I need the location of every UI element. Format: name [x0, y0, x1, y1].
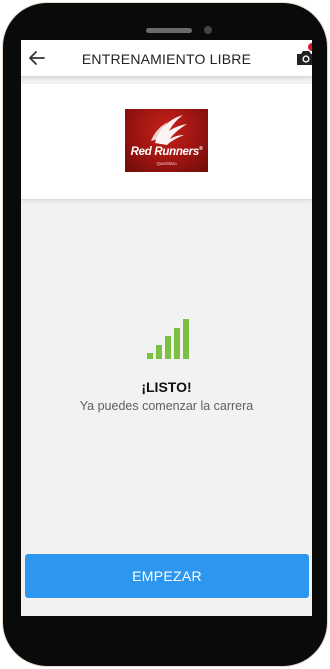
start-button[interactable]: EMPEZAR — [25, 554, 309, 598]
camera-icon — [297, 51, 312, 65]
ready-subtitle: Ya puedes comenzar la carrera — [79, 399, 254, 413]
red-runners-logo: Red Runners® Querétaro — [125, 109, 208, 172]
notification-badge — [308, 43, 312, 51]
ready-title: ¡LISTO! — [141, 379, 192, 395]
logo-panel: Red Runners® Querétaro — [21, 84, 312, 200]
logo-wing-emblem — [151, 115, 187, 145]
logo-brand-text: Red Runners® — [130, 146, 203, 158]
app-header: ENTRENAMIENTO LIBRE — [21, 40, 312, 77]
phone-bottom-bezel — [21, 616, 312, 652]
app-screen: ENTRENAMIENTO LIBRE Red Runners® Queréta… — [21, 40, 312, 616]
logo-tagline: Querétaro — [156, 161, 177, 166]
back-button[interactable] — [27, 48, 47, 68]
camera-button[interactable] — [295, 48, 312, 68]
front-camera — [204, 26, 212, 34]
arrow-left-icon — [29, 51, 45, 65]
signal-bars-icon — [147, 319, 189, 359]
speaker-grille — [146, 28, 192, 33]
page-title: ENTRENAMIENTO LIBRE — [81, 51, 252, 67]
